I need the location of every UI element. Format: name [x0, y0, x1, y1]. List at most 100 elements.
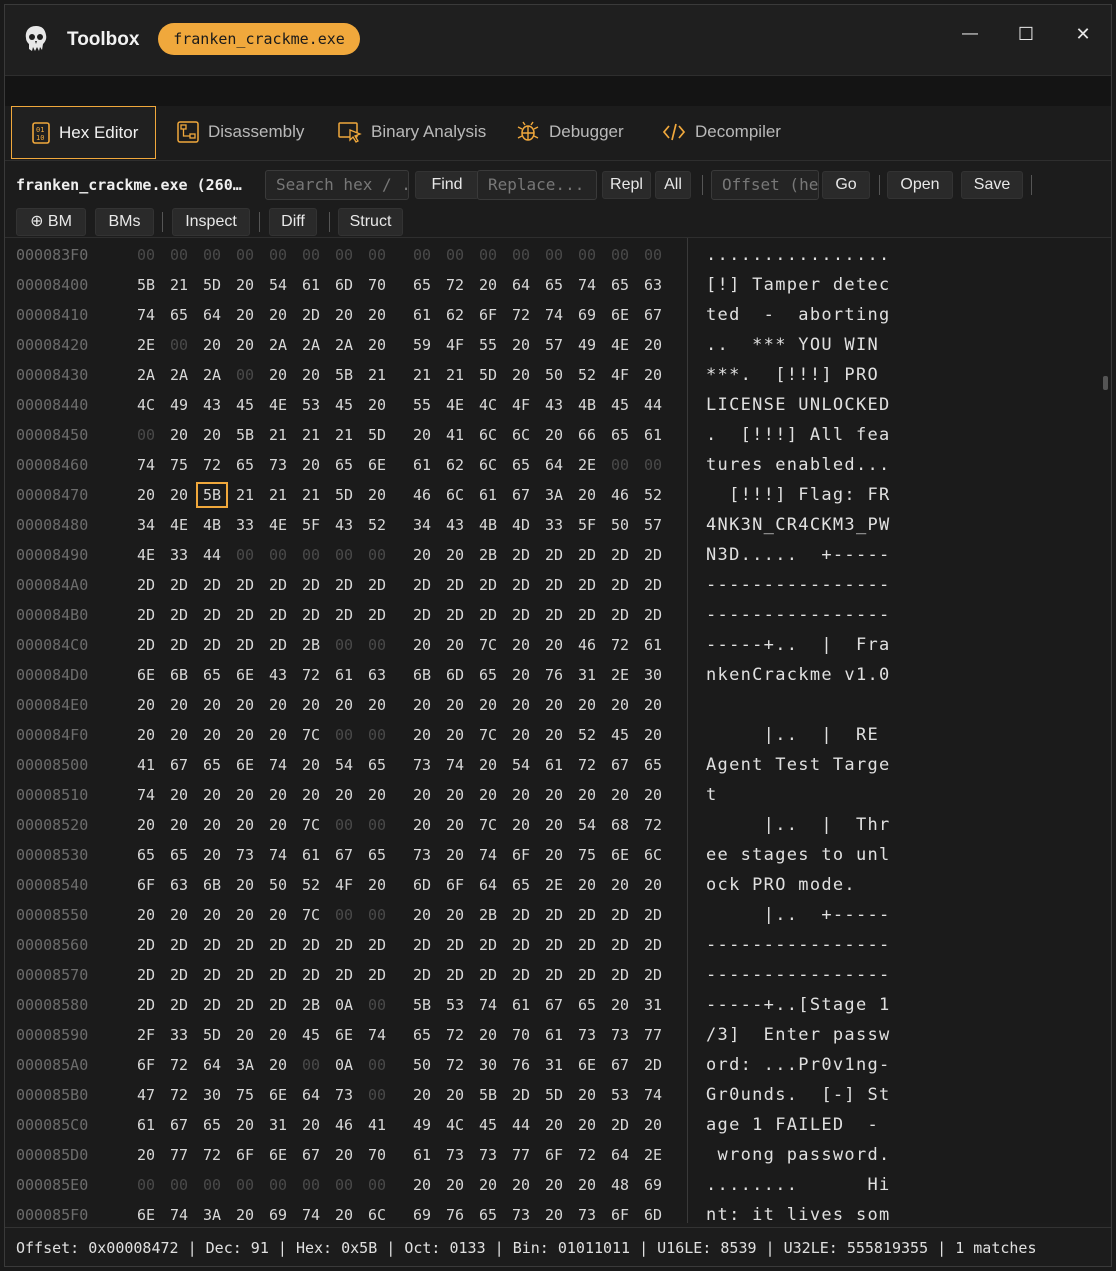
hex-byte[interactable]: 7C [477, 816, 499, 834]
hex-byte[interactable]: 7C [477, 726, 499, 744]
hex-byte[interactable]: 65 [510, 456, 532, 474]
hex-byte[interactable]: 67 [609, 756, 631, 774]
hex-byte[interactable]: 64 [477, 876, 499, 894]
hex-byte[interactable]: 72 [510, 306, 532, 324]
hex-byte[interactable]: 20 [642, 786, 664, 804]
hex-byte[interactable]: 20 [234, 1206, 256, 1223]
hex-byte[interactable]: 74 [135, 306, 157, 324]
hex-byte[interactable]: 20 [543, 816, 565, 834]
hex-byte[interactable]: 20 [477, 276, 499, 294]
hex-byte[interactable]: 30 [642, 666, 664, 684]
hex-byte[interactable]: 5D [366, 426, 388, 444]
hex-byte[interactable]: 5B [234, 426, 256, 444]
hex-byte[interactable]: 20 [576, 486, 598, 504]
hex-byte[interactable]: 2D [510, 1086, 532, 1104]
ascii-text[interactable]: -----+..[Stage 1 [706, 995, 891, 1015]
hex-byte[interactable]: 6E [366, 456, 388, 474]
hex-byte[interactable]: 72 [576, 756, 598, 774]
hex-byte[interactable]: 7C [477, 636, 499, 654]
hex-byte[interactable]: 2D [609, 906, 631, 924]
hex-byte[interactable]: 2D [168, 576, 190, 594]
hex-byte[interactable]: 21 [168, 276, 190, 294]
hex-byte[interactable]: 6E [609, 306, 631, 324]
hex-byte[interactable]: 72 [168, 1086, 190, 1104]
hex-byte[interactable]: 00 [366, 1086, 388, 1104]
hex-byte[interactable]: 20 [543, 1116, 565, 1134]
ascii-text[interactable]: nt: it lives som [706, 1205, 891, 1223]
hex-byte[interactable]: 72 [168, 1056, 190, 1074]
hex-byte[interactable]: 2D [477, 966, 499, 984]
hex-byte[interactable]: 2D [510, 966, 532, 984]
hex-byte[interactable]: 33 [168, 1026, 190, 1044]
hex-byte[interactable]: 31 [267, 1116, 289, 1134]
hex-byte[interactable]: 20 [411, 426, 433, 444]
ascii-text[interactable]: ---------------- [706, 935, 891, 955]
hex-byte[interactable]: 6D [333, 276, 355, 294]
ascii-text[interactable]: LICENSE UNLOCKED [706, 395, 891, 415]
hex-byte[interactable]: 2D [609, 936, 631, 954]
hex-byte[interactable]: 2D [477, 606, 499, 624]
hex-byte[interactable]: 21 [366, 366, 388, 384]
hex-byte[interactable]: 00 [168, 246, 190, 264]
tab-decompiler[interactable]: Decompiler [662, 106, 781, 158]
hex-byte[interactable]: 20 [576, 1086, 598, 1104]
ascii-text[interactable]: ................ [706, 245, 891, 265]
hex-byte[interactable]: 65 [201, 756, 223, 774]
hex-byte[interactable]: 00 [300, 546, 322, 564]
hex-byte[interactable]: 2D [168, 936, 190, 954]
ascii-text[interactable]: |.. | Thr [706, 815, 891, 835]
hex-byte[interactable]: 20 [543, 1176, 565, 1194]
hex-byte[interactable]: 65 [411, 1026, 433, 1044]
hex-byte[interactable]: 00 [366, 246, 388, 264]
hex-byte[interactable]: 00 [366, 546, 388, 564]
hex-byte[interactable]: 5B [135, 276, 157, 294]
ascii-text[interactable]: Agent Test Targe [706, 755, 891, 775]
go-button[interactable]: Go [822, 171, 870, 199]
hex-byte[interactable]: 20 [234, 876, 256, 894]
file-name-badge[interactable]: franken_crackme.exe [158, 23, 360, 55]
hex-byte[interactable]: 20 [444, 726, 466, 744]
hex-byte[interactable]: 2D [333, 966, 355, 984]
hex-byte[interactable]: 20 [366, 306, 388, 324]
hex-byte[interactable]: 72 [201, 1146, 223, 1164]
hex-byte[interactable]: 00 [267, 1176, 289, 1194]
hex-byte[interactable]: 2D [366, 936, 388, 954]
hex-byte[interactable]: 5D [201, 1026, 223, 1044]
hex-byte[interactable]: 2D [444, 966, 466, 984]
hex-byte[interactable]: 20 [201, 906, 223, 924]
hex-byte[interactable]: 20 [267, 696, 289, 714]
ascii-text[interactable]: ---------------- [706, 575, 891, 595]
bookmarks-button[interactable]: BMs [95, 208, 154, 236]
hex-byte[interactable]: 20 [510, 726, 532, 744]
hex-byte[interactable]: 75 [234, 1086, 256, 1104]
hex-byte[interactable]: 64 [609, 1146, 631, 1164]
hex-byte[interactable]: 43 [201, 396, 223, 414]
hex-byte[interactable]: 2D [201, 996, 223, 1014]
hex-byte[interactable]: 53 [300, 396, 322, 414]
hex-byte[interactable]: 61 [411, 456, 433, 474]
hex-byte[interactable]: 2D [135, 606, 157, 624]
hex-byte[interactable]: 33 [234, 516, 256, 534]
hex-byte[interactable]: 52 [576, 726, 598, 744]
ascii-text[interactable]: ........ Hi [706, 1175, 891, 1195]
hex-byte[interactable]: 20 [300, 456, 322, 474]
hex-byte[interactable]: 2D [366, 606, 388, 624]
hex-byte[interactable]: 2D [366, 576, 388, 594]
hex-byte[interactable]: 73 [234, 846, 256, 864]
hex-byte[interactable]: 2D [609, 576, 631, 594]
hex-byte[interactable]: 49 [168, 396, 190, 414]
hex-byte[interactable]: 6F [135, 1056, 157, 1074]
ascii-text[interactable]: |.. +----- [706, 905, 891, 925]
hex-byte[interactable]: 65 [201, 666, 223, 684]
maximize-button[interactable]: ☐ [1006, 19, 1046, 49]
hex-byte[interactable]: 20 [333, 786, 355, 804]
offset-input[interactable]: Offset (hex) [711, 170, 819, 200]
hex-byte[interactable]: 4E [168, 516, 190, 534]
hex-byte[interactable]: 00 [234, 546, 256, 564]
search-input[interactable]: Search hex / ... [265, 170, 409, 200]
save-button[interactable]: Save [961, 171, 1023, 199]
hex-byte[interactable]: 6B [411, 666, 433, 684]
hex-byte[interactable]: 2D [543, 906, 565, 924]
hex-byte[interactable]: 2D [510, 546, 532, 564]
hex-byte[interactable]: 74 [267, 846, 289, 864]
